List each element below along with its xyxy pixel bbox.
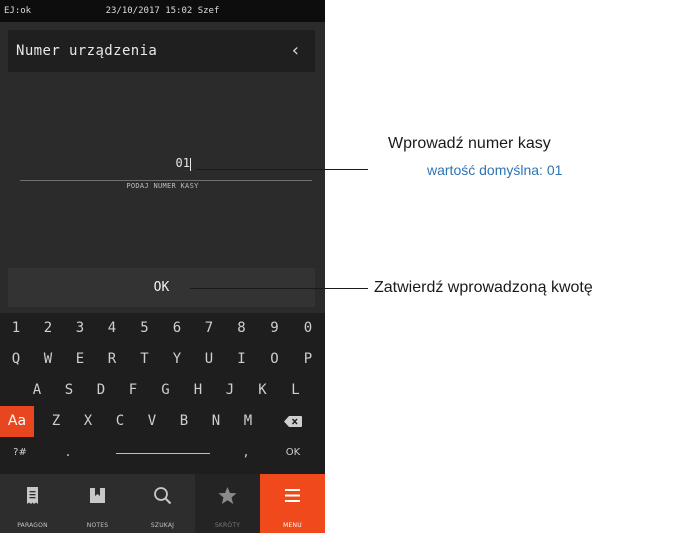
key-i[interactable]: I: [225, 344, 258, 375]
keyboard-ok-key[interactable]: OK: [272, 437, 314, 468]
key-l[interactable]: L: [279, 375, 312, 406]
key-w[interactable]: W: [32, 344, 64, 375]
nav-label-menu: MENU: [283, 522, 302, 529]
dot-key[interactable]: .: [52, 437, 84, 468]
input-hint: PODAJ NUMER KASY: [126, 182, 199, 190]
key-a[interactable]: A: [21, 375, 53, 406]
title-bar: Numer urządzenia ‹: [8, 30, 315, 72]
annotation-ok-title: Zatwierdź wprowadzoną kwotę: [374, 279, 593, 296]
nav-label-notes: NOTES: [86, 522, 109, 529]
key-p[interactable]: P: [291, 344, 325, 375]
key-1[interactable]: 1: [0, 313, 32, 344]
callout-line-input: [196, 169, 368, 170]
nav-notes[interactable]: NOTES: [65, 474, 130, 533]
text-cursor: [190, 158, 191, 171]
shift-key[interactable]: Aa: [0, 406, 34, 437]
key-j[interactable]: J: [214, 375, 246, 406]
keyboard-row-digits: 1 2 3 4 5 6 7 8 9 0: [0, 313, 325, 344]
backspace-glyph: [284, 415, 302, 427]
backspace-icon[interactable]: [272, 406, 314, 437]
keyboard-row-qwerty: Q W E R T Y U I O P: [0, 344, 325, 375]
annotation-input-title: Wprowadź numer kasy: [388, 135, 551, 152]
key-u[interactable]: U: [193, 344, 225, 375]
key-z[interactable]: Z: [40, 406, 72, 437]
key-n[interactable]: N: [200, 406, 232, 437]
callout-line-ok: [190, 288, 368, 289]
key-y[interactable]: Y: [161, 344, 193, 375]
key-d[interactable]: D: [85, 375, 117, 406]
keyboard-row-zxcv: Aa Z X C V B N M: [0, 406, 325, 437]
input-underline: [20, 180, 312, 181]
symbols-key[interactable]: ?#: [0, 437, 40, 468]
key-6[interactable]: 6: [161, 313, 193, 344]
receipt-icon: [27, 487, 38, 504]
annotation-input-default: wartość domyślna: 01: [427, 162, 563, 178]
key-4[interactable]: 4: [96, 313, 128, 344]
key-r[interactable]: R: [96, 344, 128, 375]
nav-skroty[interactable]: SKRÓTY: [195, 474, 260, 533]
key-5[interactable]: 5: [128, 313, 161, 344]
keyboard-row-bottom: ?# . , OK: [0, 437, 325, 474]
nav-menu[interactable]: MENU: [260, 474, 325, 533]
key-g[interactable]: G: [149, 375, 182, 406]
page-title: Numer urządzenia: [16, 43, 158, 59]
key-s[interactable]: S: [53, 375, 85, 406]
on-screen-keyboard: 1 2 3 4 5 6 7 8 9 0 Q W E R T Y U I O P …: [0, 313, 325, 474]
key-3[interactable]: 3: [64, 313, 96, 344]
nav-label-skroty: SKRÓTY: [214, 522, 241, 529]
key-t[interactable]: T: [128, 344, 161, 375]
nav-szukaj[interactable]: SZUKAJ: [130, 474, 195, 533]
pos-device-screen: EJ:ok 23/10/2017 15:02 Szef Numer urządz…: [0, 0, 325, 533]
datetime-user: 23/10/2017 15:02 Szef: [105, 6, 220, 16]
status-bar: EJ:ok 23/10/2017 15:02 Szef: [0, 0, 325, 22]
device-number-input[interactable]: 01: [0, 156, 190, 170]
key-h[interactable]: H: [182, 375, 214, 406]
key-9[interactable]: 9: [258, 313, 291, 344]
bottom-nav: PARAGON NOTES SZUKAJ SKRÓTY MENU: [0, 474, 325, 533]
key-x[interactable]: X: [72, 406, 104, 437]
star-icon: [218, 487, 237, 504]
key-b[interactable]: B: [168, 406, 200, 437]
key-v[interactable]: V: [136, 406, 168, 437]
key-o[interactable]: O: [258, 344, 291, 375]
key-2[interactable]: 2: [32, 313, 64, 344]
key-f[interactable]: F: [117, 375, 149, 406]
key-e[interactable]: E: [64, 344, 96, 375]
key-7[interactable]: 7: [193, 313, 225, 344]
comma-key[interactable]: ,: [230, 437, 262, 468]
keyboard-row-asdf: A S D F G H J K L: [0, 375, 325, 406]
nav-paragon[interactable]: PARAGON: [0, 474, 65, 533]
key-q[interactable]: Q: [0, 344, 32, 375]
key-0[interactable]: 0: [291, 313, 325, 344]
nav-label-paragon: PARAGON: [17, 522, 48, 529]
key-c[interactable]: C: [104, 406, 136, 437]
hamburger-icon: [285, 489, 300, 502]
nav-label-szukaj: SZUKAJ: [150, 522, 175, 529]
key-k[interactable]: K: [246, 375, 279, 406]
space-key[interactable]: [96, 437, 230, 468]
key-m[interactable]: M: [232, 406, 264, 437]
chevron-left-icon[interactable]: ‹: [290, 30, 301, 72]
key-8[interactable]: 8: [225, 313, 258, 344]
search-icon: [154, 487, 172, 505]
notebook-icon: [90, 488, 105, 503]
